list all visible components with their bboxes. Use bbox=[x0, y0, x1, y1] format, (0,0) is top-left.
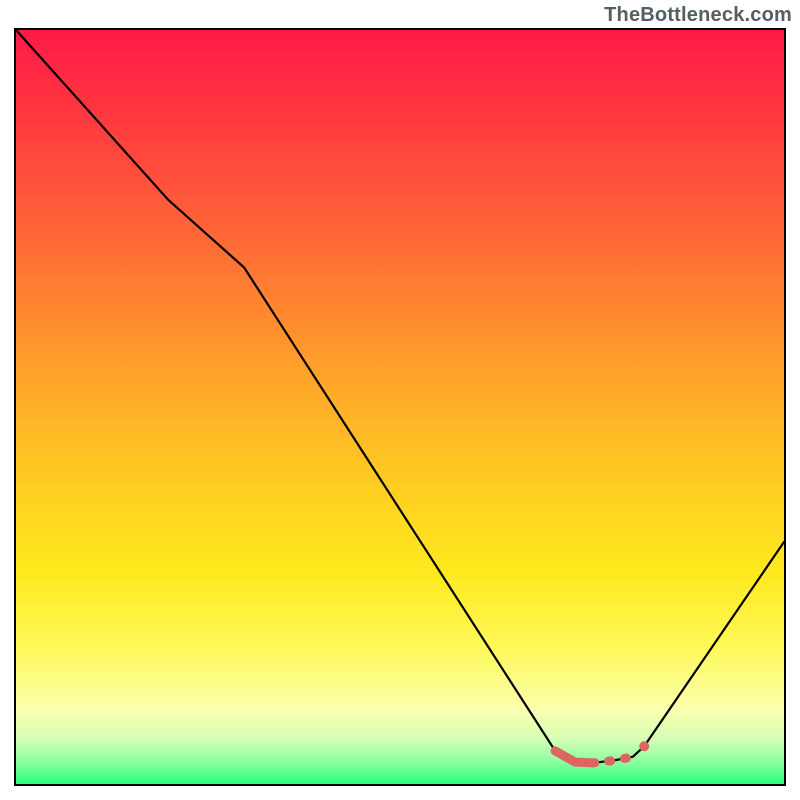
chart-svg bbox=[16, 30, 784, 784]
plot-area bbox=[14, 28, 786, 786]
marker-segment bbox=[555, 751, 633, 763]
highlight-dot-icon bbox=[639, 741, 649, 751]
main-curve bbox=[16, 30, 784, 763]
chart-stage: TheBottleneck.com bbox=[0, 0, 800, 800]
watermark-text: TheBottleneck.com bbox=[604, 4, 792, 27]
